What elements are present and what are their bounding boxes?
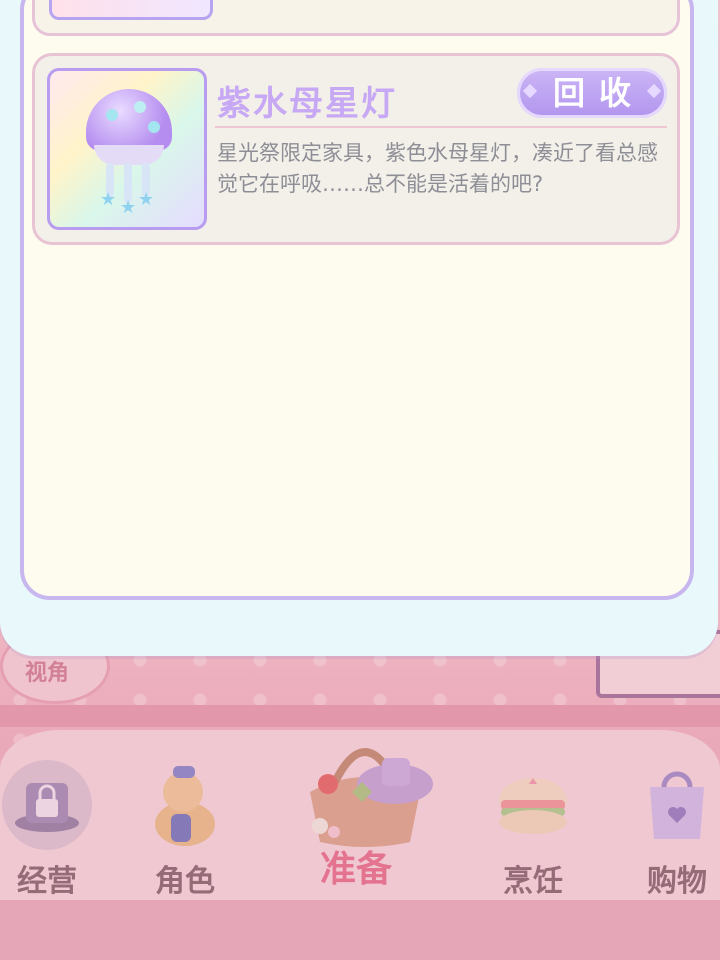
recycle-button-label: 回收 — [552, 74, 645, 112]
divider — [215, 126, 667, 128]
item-thumbnail-partial — [49, 0, 213, 20]
item-description: 星光祭限定家具，紫色水母星灯，凑近了看总感觉它在呼吸……总不能是活着的吧? — [217, 141, 658, 196]
list-item: ★ ★ ★ 紫水母星灯 回收 星光祭限定家具，紫色水母星灯，凑近了看总感觉它在呼… — [32, 53, 680, 245]
list-item-partial — [32, 0, 680, 36]
recycle-button[interactable]: 回收 — [517, 68, 667, 118]
item-name: 紫水母星灯 — [217, 84, 397, 124]
diamond-decoration-icon — [522, 83, 538, 99]
jellyfish-lamp-icon: ★ ★ ★ — [47, 68, 207, 230]
diamond-decoration-icon — [646, 83, 662, 99]
recycle-panel: ★ ★ ★ 紫水母星灯 回收 星光祭限定家具，紫色水母星灯，凑近了看总感觉它在呼… — [0, 0, 718, 656]
